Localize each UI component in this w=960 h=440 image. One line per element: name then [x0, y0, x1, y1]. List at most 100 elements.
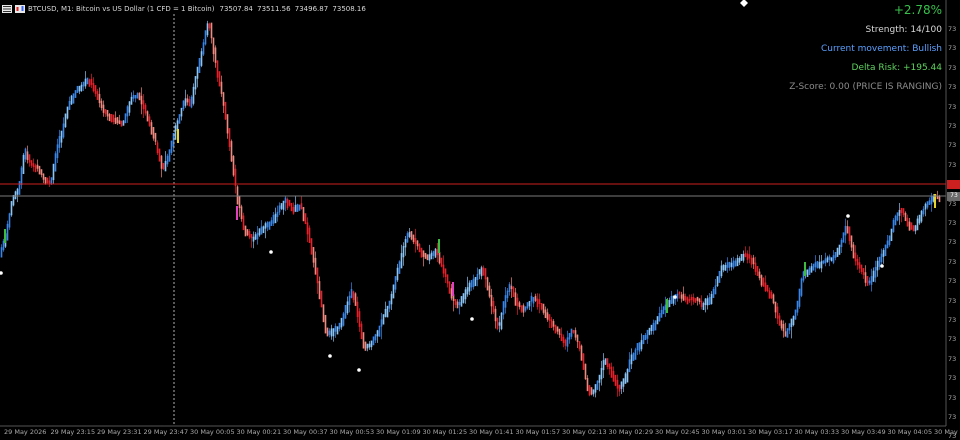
candle-body: [838, 244, 841, 255]
candle-body: [536, 298, 539, 308]
candle-body: [888, 235, 891, 246]
candle-body: [442, 264, 445, 274]
candle-body: [918, 214, 921, 224]
candle-body: [766, 284, 769, 292]
candle-body: [428, 254, 431, 261]
candle-body: [788, 323, 791, 331]
candle-body: [430, 252, 433, 260]
candle-body: [166, 155, 169, 165]
candle-body: [524, 306, 527, 311]
candle-body: [490, 294, 493, 307]
candle-body: [462, 293, 465, 303]
candle-body: [160, 155, 163, 169]
price-tick-label: 73: [948, 219, 957, 227]
candle-body: [488, 285, 491, 297]
candle-body: [136, 93, 139, 99]
candle-body: [174, 125, 177, 140]
candle-body: [44, 177, 47, 184]
candle-body: [828, 256, 831, 260]
candle-body: [250, 233, 253, 239]
candle-body: [130, 96, 133, 105]
candle-body: [750, 257, 753, 265]
candle-body: [446, 274, 449, 284]
candle-body: [694, 298, 697, 303]
candle-body: [836, 247, 839, 257]
candle-body: [192, 86, 195, 104]
chart-list-icon[interactable]: [2, 4, 12, 13]
candle-body: [910, 222, 913, 230]
candle-body: [686, 297, 689, 305]
candle-body: [208, 23, 211, 29]
candle-body: [326, 327, 329, 337]
price-tick-label: 73: [948, 335, 957, 344]
candle-body: [816, 261, 819, 269]
candle-body: [220, 81, 223, 94]
candle-body: [314, 257, 317, 275]
candle-body: [26, 151, 29, 161]
candle-body: [772, 294, 775, 304]
candle-body: [578, 341, 581, 350]
candle-body: [104, 109, 107, 115]
price-tick-label: 73: [948, 160, 957, 169]
candle-body: [486, 277, 489, 291]
candle-body: [660, 309, 663, 318]
candle-body: [898, 209, 901, 216]
candle-body: [562, 336, 565, 344]
accent-candle: [438, 239, 440, 253]
candle-body: [126, 106, 129, 117]
candle-body: [554, 324, 557, 334]
candle-body: [384, 308, 387, 317]
candle-body: [22, 154, 25, 175]
candle-body: [496, 317, 499, 329]
candle-body: [96, 91, 99, 100]
candle-body: [740, 253, 743, 261]
candle-body: [494, 308, 497, 322]
candle-body: [868, 280, 871, 284]
candle-body: [74, 90, 77, 98]
candle-body: [338, 322, 341, 330]
candle-body: [186, 98, 189, 103]
candle-body: [596, 380, 599, 390]
candle-body: [464, 289, 467, 300]
candle-body: [690, 296, 693, 301]
candle-body: [688, 298, 691, 302]
candle-body: [266, 222, 269, 228]
candle-body: [582, 353, 585, 370]
candle-body: [726, 262, 729, 268]
candle-body: [418, 244, 421, 253]
candle-body: [592, 389, 595, 395]
candle-body: [426, 254, 429, 261]
candle-body: [360, 323, 363, 340]
candles-type-icon[interactable]: [15, 4, 25, 13]
candle-body: [774, 301, 777, 313]
candle-body: [434, 248, 437, 258]
candle-body: [886, 240, 889, 249]
candle-body: [706, 298, 709, 306]
candle-body: [498, 322, 501, 326]
candle-body: [698, 298, 701, 302]
candle-body: [264, 223, 267, 229]
candle-body: [614, 374, 617, 386]
candle-body: [938, 196, 941, 203]
candle-body: [866, 276, 869, 286]
candle-body: [72, 93, 75, 104]
candle-body: [256, 232, 259, 240]
candle-body: [316, 267, 319, 284]
candle-body: [46, 177, 49, 183]
candle-body: [572, 330, 575, 333]
candle-body: [610, 366, 613, 378]
candle-body: [180, 107, 183, 117]
candle-body: [812, 263, 815, 271]
candle-body: [258, 228, 261, 236]
accent-candle: [804, 262, 806, 276]
price-tick-label: 73: [948, 374, 957, 383]
candle-body: [140, 95, 143, 105]
candle-body: [184, 98, 187, 106]
price-tick-label: 73: [948, 141, 957, 150]
candle-body: [76, 85, 79, 93]
candle-body: [372, 336, 375, 346]
ohlc-values: 73507.84 73511.56 73496.87 73508.16: [219, 5, 367, 13]
candle-body: [100, 100, 103, 109]
candle-body: [906, 217, 909, 227]
candle-body: [696, 296, 699, 301]
